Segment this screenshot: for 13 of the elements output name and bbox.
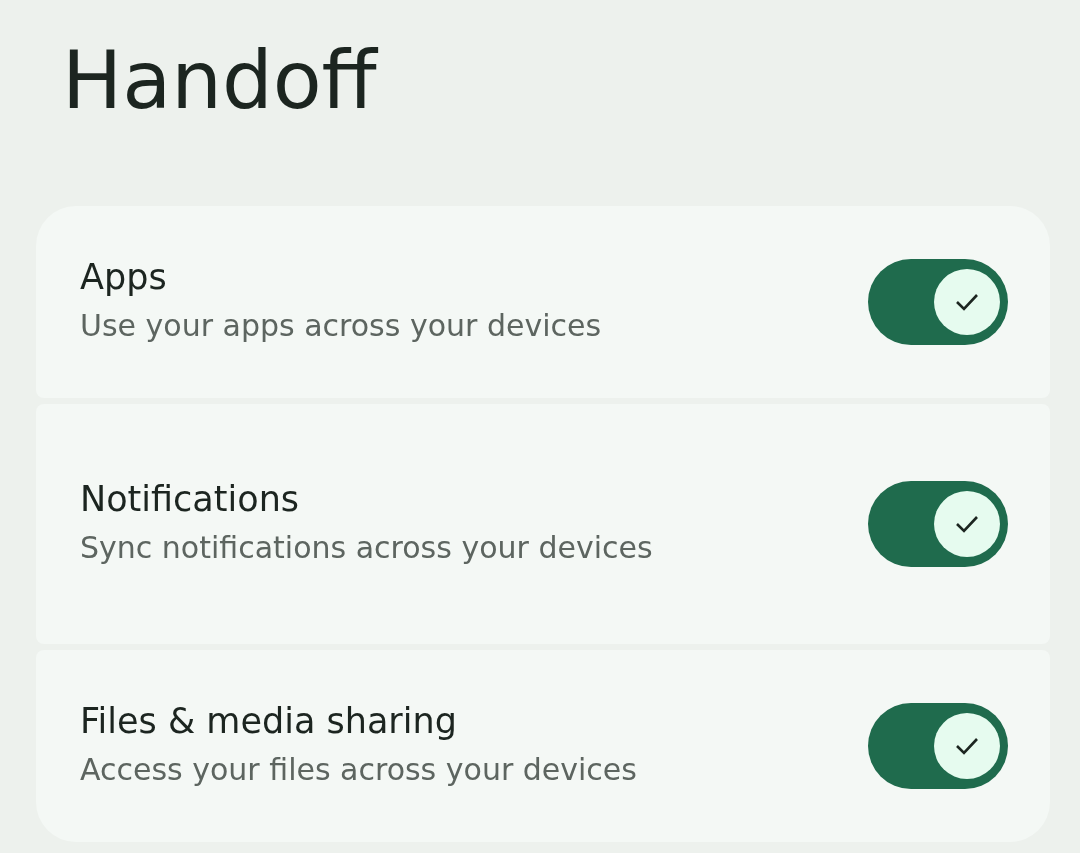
page-title: Handoff — [62, 36, 379, 126]
setting-title: Apps — [80, 256, 168, 299]
checkmark-icon — [954, 514, 980, 534]
setting-description: Use your apps across your devices — [80, 307, 603, 345]
setting-description: Access your files across your devices — [80, 751, 638, 789]
setting-card[interactable]: Files & media sharing Access your files across your devices — [36, 650, 1050, 842]
setting-card[interactable]: Apps Use your apps across your devices — [36, 206, 1050, 398]
setting-title: Files & media sharing — [80, 700, 458, 743]
setting-title: Notifications — [80, 478, 301, 521]
setting-card[interactable]: Notifications Sync notifications across your devices — [36, 404, 1050, 644]
setting-description: Sync notifications across your devices — [80, 529, 654, 567]
checkmark-icon — [954, 292, 980, 312]
checkmark-icon — [954, 736, 980, 756]
